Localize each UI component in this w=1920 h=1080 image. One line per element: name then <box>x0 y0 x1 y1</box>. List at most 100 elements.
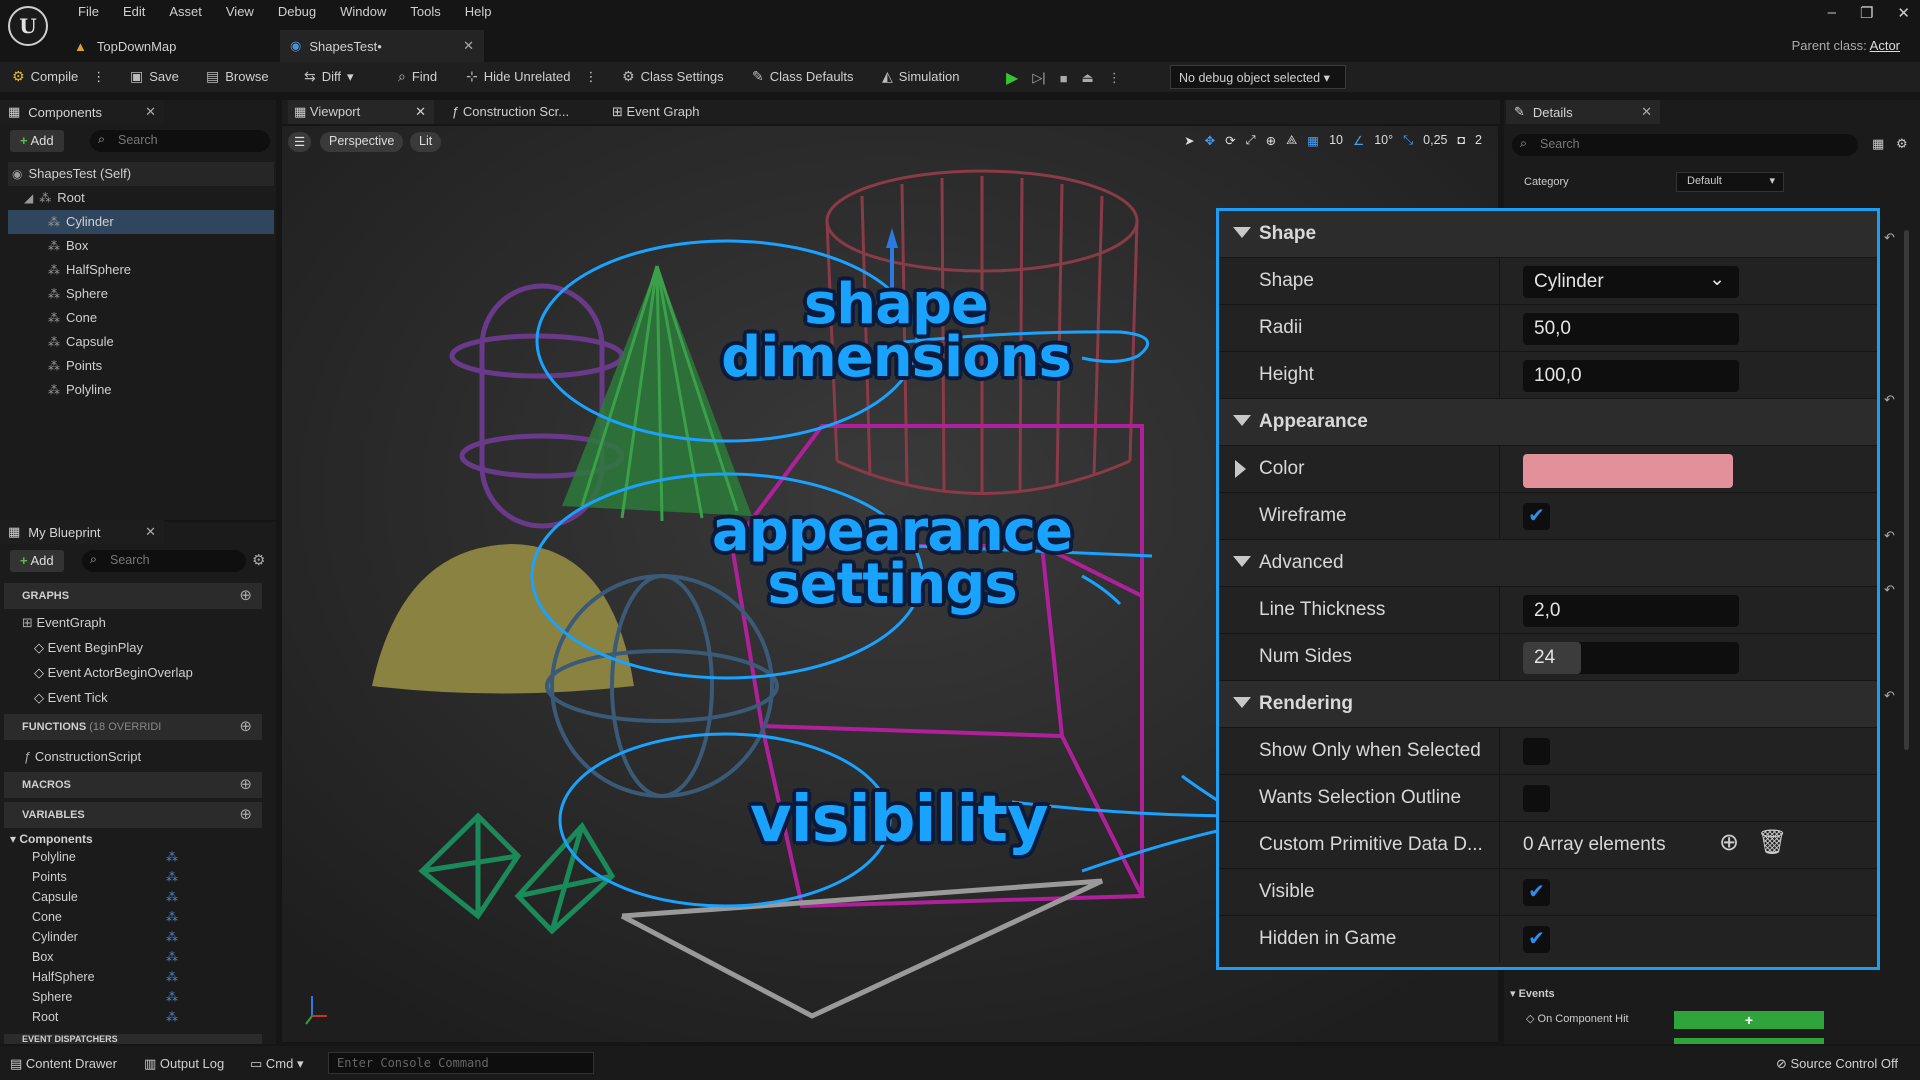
find-button[interactable]: ⌕ Find <box>398 68 437 85</box>
advanced-subcategory-header[interactable]: Advanced <box>1219 540 1877 587</box>
menu-asset[interactable]: Asset <box>157 3 214 21</box>
menu-file[interactable]: File <box>66 3 111 21</box>
event-item[interactable]: ◇ Event ActorBeginOverlap <box>34 665 193 681</box>
save-button[interactable]: ▣ Save <box>130 68 179 85</box>
event-graph-item[interactable]: ⊞ EventGraph <box>22 615 106 631</box>
cmd-dropdown[interactable]: ▭ Cmd ▾ <box>250 1056 304 1072</box>
parent-class-link[interactable]: Actor <box>1870 38 1900 53</box>
tab-viewport[interactable]: ▦ Viewport ✕ <box>288 100 434 124</box>
close-icon[interactable]: ✕ <box>145 104 156 120</box>
functions-section[interactable]: FUNCTIONS (18 OVERRIDI ⊕ <box>4 714 262 740</box>
expand-arrow-icon[interactable]: ◢ <box>24 191 33 205</box>
details-tab[interactable]: ✎ Details ✕ <box>1506 100 1660 124</box>
tab-event-graph[interactable]: ⊞ Event Graph <box>612 100 700 124</box>
browse-button[interactable]: ▤ Browse <box>206 68 269 85</box>
surface-snap-icon[interactable]: ⟁ <box>1286 133 1297 148</box>
trash-icon[interactable]: 🗑 <box>1757 828 1787 857</box>
menu-view[interactable]: View <box>214 3 266 21</box>
compile-button[interactable]: ⚙ Compile ⋮ <box>12 68 105 85</box>
settings-icon[interactable]: ⚙ <box>1896 136 1908 152</box>
menu-edit[interactable]: Edit <box>111 3 157 21</box>
class-defaults-button[interactable]: ✎ Class Defaults <box>752 68 854 85</box>
num-sides-slider[interactable]: 24 <box>1523 642 1739 674</box>
tab-topdownmap[interactable]: ▲ TopDownMap <box>64 30 274 62</box>
eject-icon[interactable]: ⏏ <box>1082 70 1094 86</box>
close-tab-icon[interactable]: ✕ <box>415 100 426 124</box>
variable-item[interactable]: Cylinder <box>32 930 78 944</box>
visible-checkbox[interactable]: ✔ <box>1523 879 1550 906</box>
maximize-icon[interactable]: ❐ <box>1860 4 1873 22</box>
hide-unrelated-button[interactable]: ⊹ Hide Unrelated ⋮ <box>466 68 597 85</box>
event-item[interactable]: ◇ Event Tick <box>34 690 108 706</box>
scale-snap-value[interactable]: 0,25 <box>1423 133 1447 148</box>
tab-construction-script[interactable]: ƒ Construction Scr... <box>452 100 569 124</box>
event-dispatchers-section[interactable]: EVENT DISPATCHERS <box>4 1034 262 1044</box>
reset-icon[interactable]: ↶ <box>1884 230 1895 246</box>
graphs-section[interactable]: GRAPHS ⊕ <box>4 583 262 609</box>
gear-icon[interactable]: ⚙ <box>252 551 265 569</box>
viewport-menu-icon[interactable]: ☰ <box>288 132 312 152</box>
stop-icon[interactable]: ■ <box>1060 71 1068 86</box>
shape-dropdown[interactable]: Cylinder ⌄ <box>1523 266 1739 298</box>
select-icon[interactable]: ➤ <box>1184 133 1194 148</box>
add-on-component-hit-button[interactable]: + <box>1674 1011 1824 1029</box>
events-section[interactable]: ▾ Events <box>1510 987 1555 1000</box>
grid-snap-value[interactable]: 10 <box>1329 133 1343 148</box>
menu-debug[interactable]: Debug <box>266 3 328 21</box>
content-drawer-button[interactable]: ▤ Content Drawer <box>10 1056 117 1072</box>
rotation-snap-value[interactable]: 10° <box>1374 133 1393 148</box>
source-control-button[interactable]: ⊘ Source Control Off <box>1776 1056 1898 1072</box>
my-blueprint-tab[interactable]: ▦ My Blueprint ✕ <box>0 520 164 544</box>
tree-item-box[interactable]: ⁂ Box <box>8 234 274 258</box>
tab-shapestest[interactable]: ◉ ShapesTest• ✕ <box>280 30 484 62</box>
add-component-button[interactable]: + Add <box>10 130 64 152</box>
play-icon[interactable]: ▶ <box>1006 68 1018 88</box>
output-log-button[interactable]: ▥ Output Log <box>144 1056 224 1072</box>
reset-icon[interactable]: ↶ <box>1884 688 1895 704</box>
tree-item-polyline[interactable]: ⁂ Polyline <box>8 378 274 402</box>
step-icon[interactable]: ▷| <box>1032 70 1045 86</box>
color-swatch[interactable] <box>1523 454 1733 488</box>
details-search-input[interactable]: ⌕ Search <box>1512 134 1858 156</box>
expand-arrow-icon[interactable] <box>1235 460 1246 478</box>
tree-item-self[interactable]: ◉ ShapesTest (Self) <box>8 162 274 186</box>
variable-item[interactable]: Points <box>32 870 67 884</box>
tree-item-capsule[interactable]: ⁂ Capsule <box>8 330 274 354</box>
rotation-snap-icon[interactable]: ∠ <box>1353 133 1364 148</box>
menu-tools[interactable]: Tools <box>398 3 452 21</box>
minimize-icon[interactable]: – <box>1828 4 1836 22</box>
construction-script-item[interactable]: ƒ ConstructionScript <box>24 749 141 764</box>
add-element-icon[interactable]: ⊕ <box>1719 828 1739 857</box>
tree-item-sphere[interactable]: ⁂ Sphere <box>8 282 274 306</box>
components-search-input[interactable]: ⌕ Search <box>90 130 270 152</box>
more-icon[interactable]: ⋮ <box>1108 70 1121 86</box>
add-function-icon[interactable]: ⊕ <box>239 714 252 740</box>
class-settings-button[interactable]: ⚙ Class Settings <box>622 68 724 85</box>
variable-item[interactable]: Cone <box>32 910 62 924</box>
tree-item-points[interactable]: ⁂ Points <box>8 354 274 378</box>
add-blueprint-item-button[interactable]: + Add <box>10 550 64 572</box>
add-event-button[interactable] <box>1674 1038 1824 1044</box>
reset-icon[interactable]: ↶ <box>1884 582 1895 598</box>
more-icon[interactable]: ⋮ <box>584 69 597 85</box>
table-view-icon[interactable]: ▦ <box>1872 136 1884 152</box>
add-macro-icon[interactable]: ⊕ <box>239 772 252 798</box>
event-item[interactable]: ◇ Event BeginPlay <box>34 640 143 656</box>
shape-category-header[interactable]: Shape <box>1219 211 1877 258</box>
world-icon[interactable]: ⊕ <box>1266 133 1276 148</box>
grid-snap-icon[interactable]: ▦ <box>1307 133 1319 148</box>
menu-help[interactable]: Help <box>453 3 504 21</box>
menu-window[interactable]: Window <box>328 3 398 21</box>
tree-item-halfsphere[interactable]: ⁂ HalfSphere <box>8 258 274 282</box>
more-icon[interactable]: ⋮ <box>92 69 105 85</box>
lit-button[interactable]: Lit <box>410 132 442 152</box>
camera-speed-value[interactable]: 2 <box>1475 133 1482 148</box>
scale-icon[interactable]: ⤢ <box>1246 133 1256 148</box>
components-tab[interactable]: ▦ Components ✕ <box>0 100 164 124</box>
variable-item[interactable]: Box <box>32 950 54 964</box>
rendering-category-header[interactable]: Rendering <box>1219 681 1877 728</box>
wireframe-checkbox[interactable]: ✔ <box>1523 503 1550 530</box>
scale-snap-icon[interactable]: ⤡ <box>1403 133 1413 148</box>
add-variable-icon[interactable]: ⊕ <box>239 802 252 828</box>
components-variable-group[interactable]: ▾ Components <box>10 832 93 846</box>
